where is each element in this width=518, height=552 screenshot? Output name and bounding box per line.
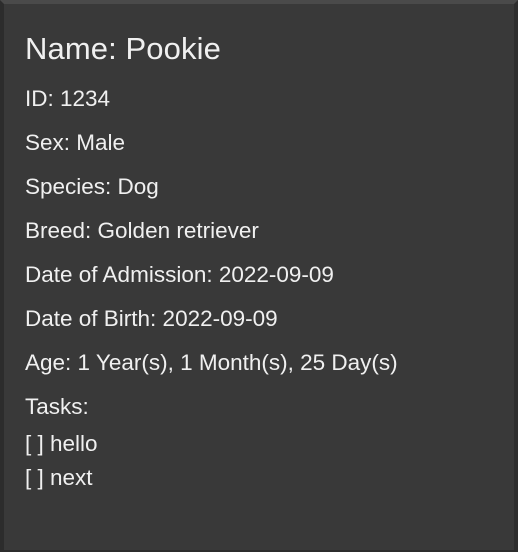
tasks-heading: Tasks: bbox=[25, 394, 89, 419]
pet-id: ID: 1234 bbox=[25, 86, 111, 111]
pet-species: Species: Dog bbox=[25, 174, 159, 199]
task-item: [ ] next bbox=[25, 465, 93, 490]
task-item: [ ] hello bbox=[25, 431, 98, 456]
pet-date-of-admission: Date of Admission: 2022-09-09 bbox=[25, 262, 334, 287]
pet-date-of-birth: Date of Birth: 2022-09-09 bbox=[25, 306, 278, 331]
pet-breed: Breed: Golden retriever bbox=[25, 218, 259, 243]
pet-name: Name: Pookie bbox=[25, 31, 221, 66]
task-list: [ ] hello [ ] next bbox=[25, 427, 98, 495]
pet-detail-panel: Name: Pookie ID: 1234 Sex: Male Species:… bbox=[0, 0, 518, 552]
pet-age: Age: 1 Year(s), 1 Month(s), 25 Day(s) bbox=[25, 350, 398, 375]
pet-sex: Sex: Male bbox=[25, 130, 126, 155]
